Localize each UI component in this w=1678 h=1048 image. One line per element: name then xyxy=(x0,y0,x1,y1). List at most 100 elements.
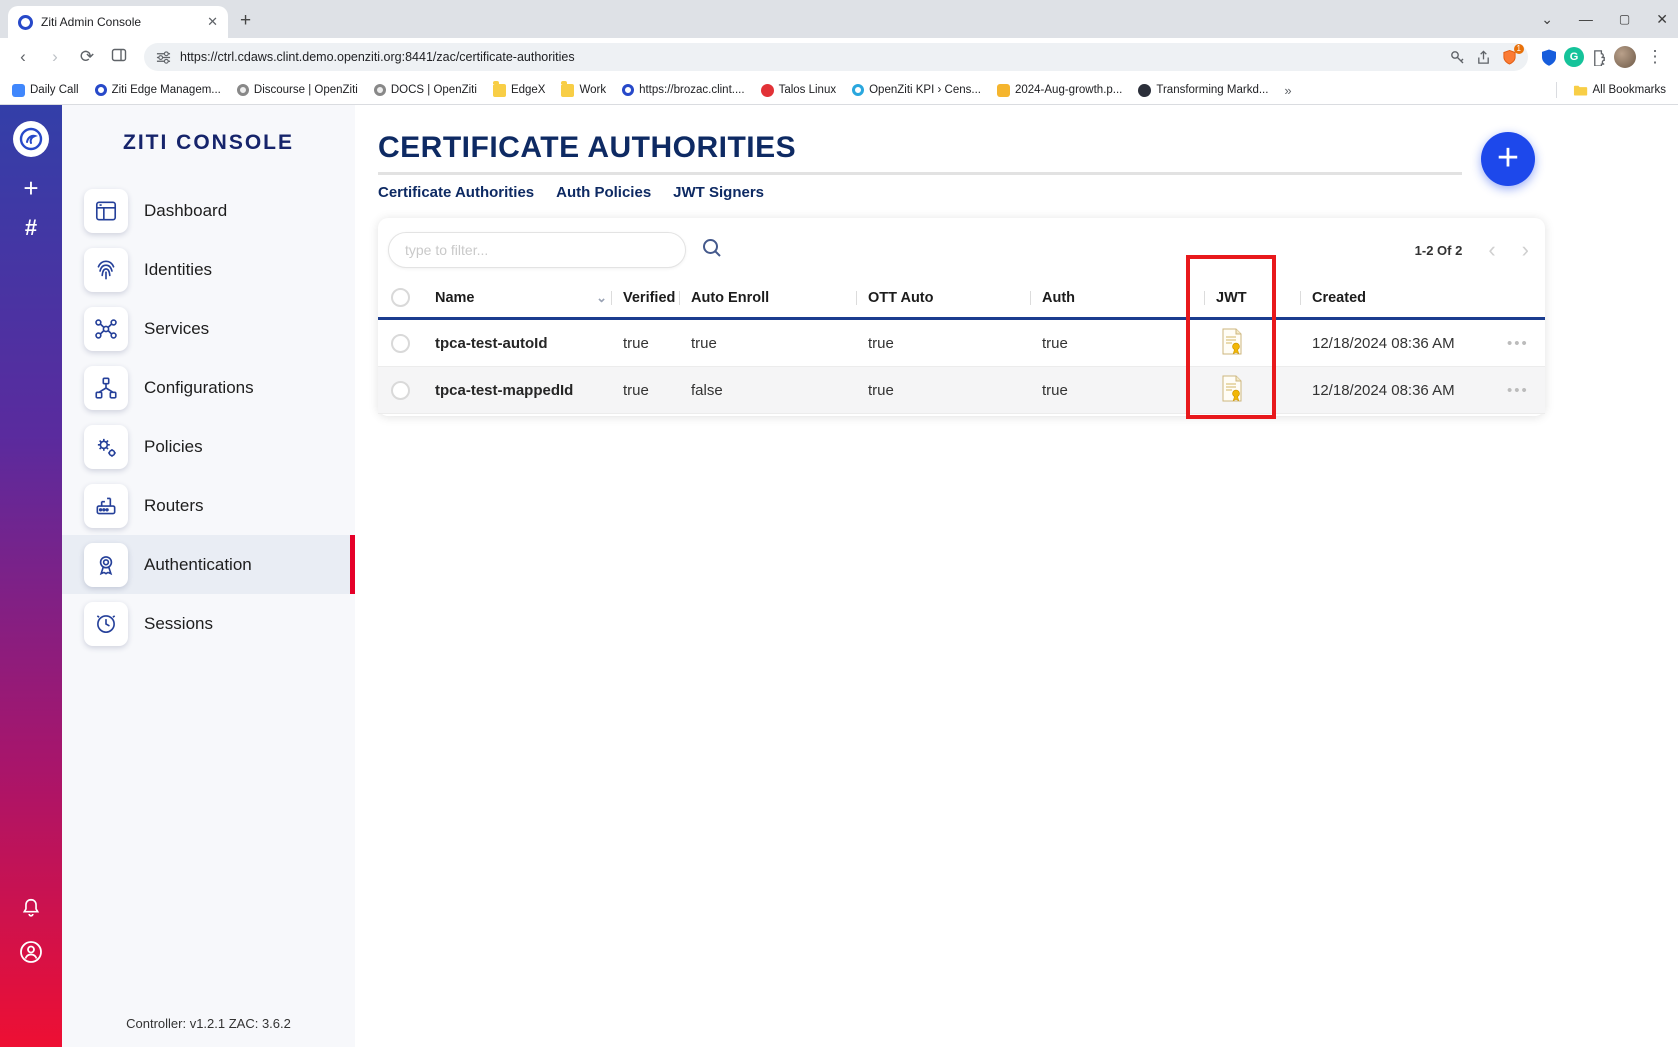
maximize-icon[interactable]: ▢ xyxy=(1619,12,1630,26)
doc-favicon-icon xyxy=(997,84,1010,97)
services-network-icon xyxy=(84,307,128,351)
ca-ott-auto: true xyxy=(856,382,1030,399)
browser-titlebar: Ziti Admin Console ✕ + ⌄ — ▢ ✕ xyxy=(0,0,1678,38)
authentication-badge-icon xyxy=(84,543,128,587)
notifications-bell-icon[interactable] xyxy=(20,897,42,924)
pagination-label: 1-2 Of 2 xyxy=(1415,243,1463,258)
extensions-puzzle-icon[interactable] xyxy=(1590,48,1608,66)
ca-table-panel: 1-2 Of 2 ‹ › Name⌄ Verified Auto Enroll … xyxy=(378,218,1545,416)
bookmark-item[interactable]: Ziti Edge Managem... xyxy=(95,84,221,96)
ca-verified: true xyxy=(611,335,679,352)
rail-add-icon[interactable]: + xyxy=(23,175,38,201)
extension-badge-count: 1 xyxy=(1514,44,1524,54)
bookmark-item[interactable]: Talos Linux xyxy=(761,84,837,97)
forward-icon[interactable]: › xyxy=(42,47,68,67)
filter-input[interactable] xyxy=(388,232,686,268)
zoom-favicon-icon xyxy=(12,84,25,97)
tab-certificate-authorities[interactable]: Certificate Authorities xyxy=(378,184,534,201)
sidebar-item-sessions[interactable]: Sessions xyxy=(62,594,355,653)
row-checkbox[interactable] xyxy=(391,381,410,400)
prev-page-icon[interactable]: ‹ xyxy=(1488,239,1495,261)
column-header-created[interactable]: Created xyxy=(1300,290,1505,306)
column-header-name[interactable]: Name⌄ xyxy=(423,290,611,306)
bookmarks-overflow-icon[interactable]: » xyxy=(1284,83,1291,98)
url-bar[interactable]: https://ctrl.cdaws.clint.demo.openziti.o… xyxy=(144,43,1528,71)
side-panel-icon[interactable] xyxy=(106,47,132,68)
markdown-favicon-icon xyxy=(1138,84,1151,97)
next-page-icon[interactable]: › xyxy=(1522,239,1529,261)
table-row[interactable]: tpca-test-mappedId true false true true … xyxy=(378,367,1545,414)
select-all-checkbox[interactable] xyxy=(391,288,410,307)
side-rail: + # xyxy=(0,105,62,1047)
shield-extension-icon[interactable]: 1 xyxy=(1500,48,1518,66)
bitwarden-shield-icon[interactable] xyxy=(1540,48,1558,66)
search-icon[interactable] xyxy=(700,236,724,265)
row-actions-icon[interactable]: ••• xyxy=(1505,382,1545,399)
column-header-ott-auto[interactable]: OTT Auto xyxy=(856,290,1030,306)
grammarly-icon[interactable]: G xyxy=(1564,47,1584,67)
column-header-auth[interactable]: Auth xyxy=(1030,290,1204,306)
folder-icon xyxy=(493,84,506,97)
version-footer: Controller: v1.2.1 ZAC: 3.6.2 xyxy=(62,1016,355,1031)
browser-tab[interactable]: Ziti Admin Console ✕ xyxy=(8,6,228,38)
column-header-verified[interactable]: Verified xyxy=(611,290,679,306)
row-checkbox[interactable] xyxy=(391,334,410,353)
rail-hash-icon[interactable]: # xyxy=(25,217,37,239)
sidebar-nav: Dashboard Identities Services Configurat… xyxy=(62,181,355,653)
passkey-icon[interactable] xyxy=(1448,48,1466,66)
bookmark-item[interactable]: Daily Call xyxy=(12,84,79,97)
browser-menu-icon[interactable]: ⋮ xyxy=(1642,47,1668,67)
bookmark-item[interactable]: OpenZiti KPI › Cens... xyxy=(852,84,981,96)
bookmark-item[interactable]: https://brozac.clint.... xyxy=(622,84,744,96)
sidebar-item-dashboard[interactable]: Dashboard xyxy=(62,181,355,240)
sidebar-item-configurations[interactable]: Configurations xyxy=(62,358,355,417)
bookmark-item[interactable]: Work xyxy=(561,84,606,97)
bookmark-item[interactable]: EdgeX xyxy=(493,84,546,97)
tab-auth-policies[interactable]: Auth Policies xyxy=(556,184,651,201)
profile-avatar[interactable] xyxy=(1614,46,1636,68)
sort-chevron-icon[interactable]: ⌄ xyxy=(596,290,607,306)
refresh-icon[interactable]: ⟳ xyxy=(74,47,100,67)
sidebar-item-authentication[interactable]: Authentication xyxy=(62,535,355,594)
tab-title: Ziti Admin Console xyxy=(41,15,199,29)
ziti-favicon-icon xyxy=(18,15,33,30)
bookmark-item[interactable]: Transforming Markd... xyxy=(1138,84,1268,97)
row-actions-icon[interactable]: ••• xyxy=(1505,335,1545,352)
url-text[interactable]: https://ctrl.cdaws.clint.demo.openziti.o… xyxy=(180,50,1440,64)
folder-icon xyxy=(1573,84,1588,97)
close-window-icon[interactable]: ✕ xyxy=(1656,11,1668,28)
sidebar-item-identities[interactable]: Identities xyxy=(62,240,355,299)
table-row[interactable]: tpca-test-autoId true true true true 12/… xyxy=(378,320,1545,367)
new-tab-icon[interactable]: + xyxy=(240,10,251,32)
all-bookmarks-button[interactable]: All Bookmarks xyxy=(1573,84,1667,97)
bookmark-item[interactable]: DOCS | OpenZiti xyxy=(374,84,477,96)
sidebar-item-routers[interactable]: Routers xyxy=(62,476,355,535)
dashboard-icon xyxy=(84,189,128,233)
tab-close-icon[interactable]: ✕ xyxy=(207,14,218,30)
sidebar-item-services[interactable]: Services xyxy=(62,299,355,358)
brand-title: ZITI CONSOLE xyxy=(62,131,355,155)
bookmark-item[interactable]: 2024-Aug-growth.p... xyxy=(997,84,1122,97)
jwt-certificate-icon[interactable] xyxy=(1204,375,1300,406)
minimize-icon[interactable]: — xyxy=(1579,11,1593,27)
page-title: CERTIFICATE AUTHORITIES xyxy=(378,131,1462,165)
back-icon[interactable]: ‹ xyxy=(10,47,36,67)
browser-toolbar: ‹ › ⟳ https://ctrl.cdaws.clint.demo.open… xyxy=(0,38,1678,76)
site-settings-icon[interactable] xyxy=(154,48,172,66)
share-icon[interactable] xyxy=(1474,48,1492,66)
sidebar-item-policies[interactable]: Policies xyxy=(62,417,355,476)
tab-search-chevron-icon[interactable]: ⌄ xyxy=(1541,11,1553,28)
column-header-jwt[interactable]: JWT xyxy=(1204,290,1300,306)
account-icon[interactable] xyxy=(19,940,43,969)
ca-name: tpca-test-mappedId xyxy=(423,382,611,399)
bookmarks-bar: Daily Call Ziti Edge Managem... Discours… xyxy=(0,76,1678,105)
column-header-auto-enroll[interactable]: Auto Enroll xyxy=(679,290,856,306)
routers-icon xyxy=(84,484,128,528)
discourse-favicon-icon xyxy=(237,84,249,96)
add-certificate-authority-button[interactable]: + xyxy=(1481,132,1535,186)
policies-gear-icon xyxy=(84,425,128,469)
ziti-logo-icon[interactable] xyxy=(13,121,49,157)
bookmark-item[interactable]: Discourse | OpenZiti xyxy=(237,84,358,96)
jwt-certificate-icon[interactable] xyxy=(1204,328,1300,359)
tab-jwt-signers[interactable]: JWT Signers xyxy=(673,184,764,201)
